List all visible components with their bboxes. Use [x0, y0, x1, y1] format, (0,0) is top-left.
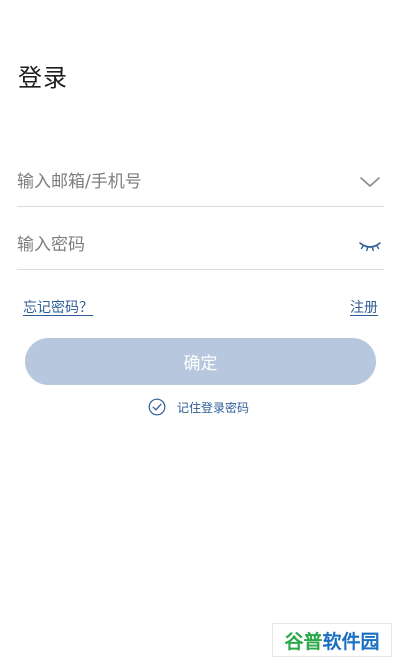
forgot-password-link[interactable]: 忘记密码？	[23, 297, 93, 317]
password-field	[17, 223, 384, 270]
watermark-text-1: 谷普	[284, 630, 323, 653]
eye-closed-icon[interactable]	[358, 233, 382, 257]
register-link[interactable]: 注册	[350, 297, 378, 317]
check-circle-icon	[148, 398, 166, 416]
account-input[interactable]	[17, 160, 337, 204]
remember-password-label: 记住登录密码	[177, 400, 250, 415]
confirm-button[interactable]: 确定	[25, 338, 376, 385]
remember-password-toggle[interactable]: 记住登录密码	[148, 397, 249, 417]
password-input[interactable]	[17, 223, 337, 267]
account-field	[17, 160, 384, 207]
watermark-logo: 谷普 软件园	[272, 623, 392, 657]
chevron-down-icon[interactable]	[358, 170, 382, 194]
page-title: 登录	[18, 64, 68, 92]
watermark-text-2: 软件园	[322, 630, 380, 653]
